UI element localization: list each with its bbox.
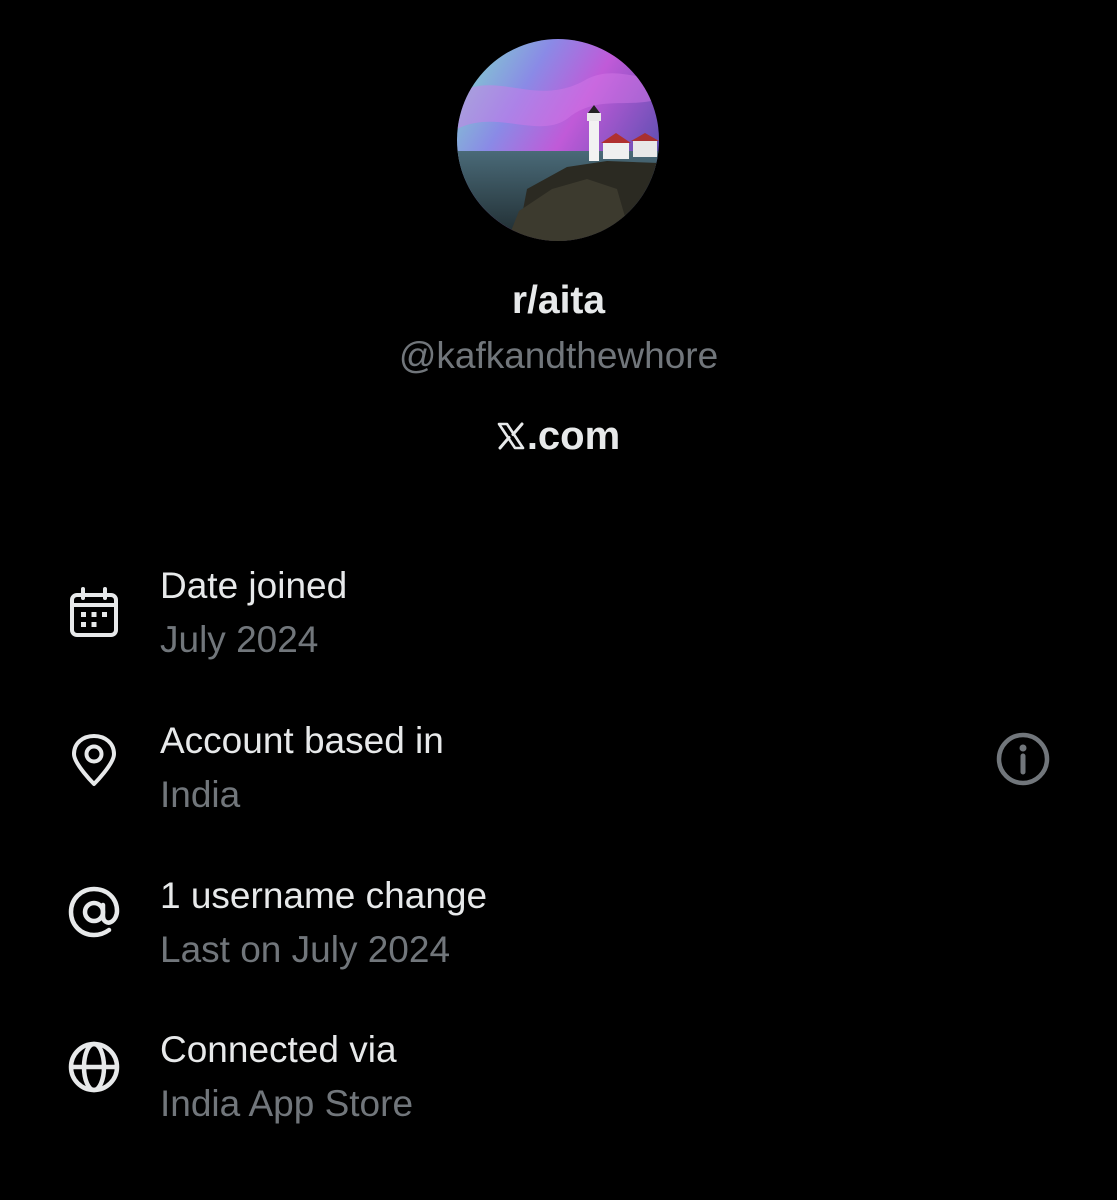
detail-value: Last on July 2024: [160, 929, 451, 970]
at-sign-icon: [68, 886, 120, 938]
detail-value: July 2024: [160, 619, 319, 660]
avatar[interactable]: [457, 39, 659, 241]
info-icon[interactable]: [995, 731, 1051, 787]
detail-row-username-changes: 1 username change Last on July 2024: [0, 860, 1117, 990]
detail-title: 1 username change: [160, 875, 488, 916]
site-domain: .com: [526, 414, 621, 458]
detail-value: India: [160, 774, 241, 815]
display-name: r/aita: [511, 279, 606, 322]
detail-title: Date joined: [160, 565, 348, 606]
detail-row-date-joined: Date joined July 2024: [0, 550, 1117, 680]
profile-header: r/aita @kafkandthewhore .com: [0, 0, 1117, 480]
x-logo-icon: [497, 422, 525, 450]
detail-title: Connected via: [160, 1029, 397, 1070]
detail-row-connected-via: Connected via India App Store: [0, 1014, 1117, 1144]
avatar-image: [457, 39, 659, 241]
user-handle: @kafkandthewhore: [398, 335, 719, 376]
location-pin-icon: [72, 734, 116, 786]
detail-title: Account based in: [160, 720, 444, 761]
calendar-icon: [70, 587, 118, 637]
site-label[interactable]: .com: [0, 412, 1117, 460]
detail-row-account-based-in: Account based in India: [0, 705, 1117, 835]
globe-icon: [68, 1041, 120, 1093]
detail-value: India App Store: [160, 1083, 414, 1124]
